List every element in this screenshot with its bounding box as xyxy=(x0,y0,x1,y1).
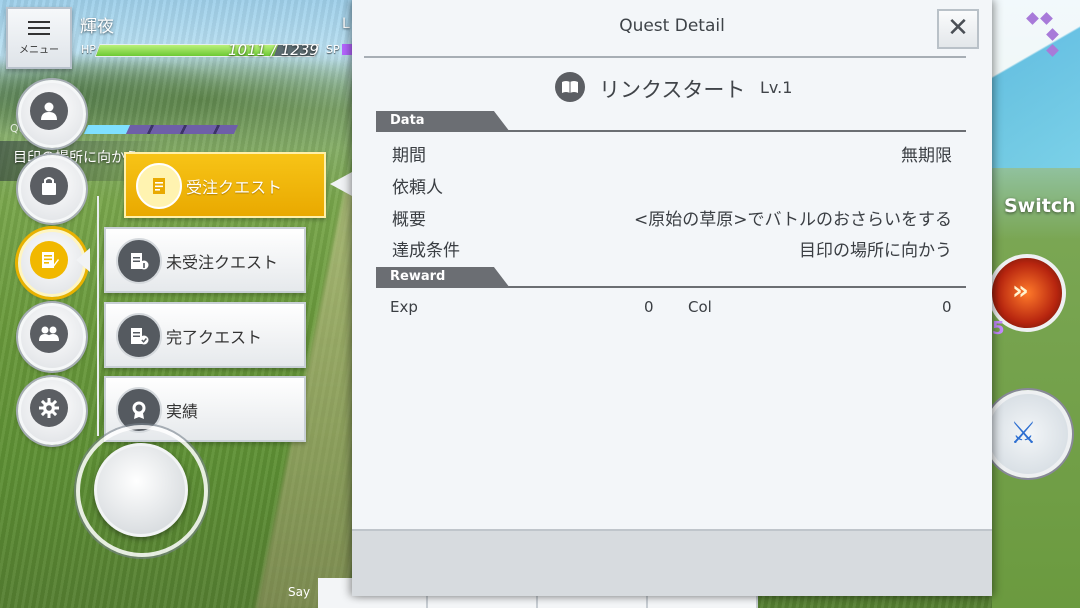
skill-counter: 5 xyxy=(992,318,1005,339)
chat-say-label: Say xyxy=(288,585,311,599)
party-icon xyxy=(30,315,68,353)
title-divider xyxy=(364,56,966,58)
close-button[interactable]: ✕ xyxy=(937,9,979,49)
col-label: Col xyxy=(688,298,712,316)
row-label-condition: 達成条件 xyxy=(392,241,460,261)
virtual-joystick-knob[interactable] xyxy=(94,443,188,537)
accepted-quests-item[interactable]: 受注クエスト xyxy=(124,152,326,218)
data-section-label: Data xyxy=(390,113,425,128)
col-value: 0 xyxy=(942,298,952,316)
data-section-tab: Data xyxy=(376,111,510,132)
settings-button[interactable] xyxy=(18,377,86,445)
achievements-label: 実績 xyxy=(166,402,199,421)
submenu-connector-line xyxy=(97,196,99,436)
active-pointer-arrow xyxy=(76,248,90,272)
sword-icon: ⚔ xyxy=(1010,416,1037,451)
sp-bar xyxy=(342,44,352,55)
dialog-title: Quest Detail xyxy=(619,16,725,36)
quest-level: Lv.1 xyxy=(760,78,793,97)
submenu-pointer-arrow xyxy=(330,172,352,196)
hamburger-icon xyxy=(28,21,50,35)
hp-value: 1011 / 1239 xyxy=(228,41,319,59)
reward-section-tab: Reward xyxy=(376,267,510,288)
book-icon xyxy=(555,72,585,102)
quest-name: リンクスタート xyxy=(599,78,746,102)
reward-section-rule xyxy=(376,286,966,288)
completed-quests-item[interactable]: 完了クエスト xyxy=(104,302,306,368)
row-label-client: 依頼人 xyxy=(392,178,443,198)
row-value-condition: 目印の場所に向かう xyxy=(799,241,952,261)
unaccepted-quests-item[interactable]: 未受注クエスト xyxy=(104,227,306,293)
hp-label: HP xyxy=(81,43,96,56)
level-indicator: L xyxy=(342,16,350,32)
close-icon: ✕ xyxy=(947,13,969,43)
accepted-quests-label: 受注クエスト xyxy=(186,178,283,197)
double-chevron-icon: » xyxy=(1012,276,1029,306)
menu-button[interactable]: メニュー xyxy=(6,7,72,69)
quest-detail-dialog: Quest Detail ✕ リンクスタート Lv.1 Data 期間 無期限 … xyxy=(352,0,992,596)
document-icon xyxy=(136,163,182,209)
menu-label: メニュー xyxy=(19,45,59,56)
party-button[interactable] xyxy=(18,303,86,371)
document-info-icon xyxy=(116,238,162,284)
minimap[interactable] xyxy=(992,0,1080,168)
quest-icon xyxy=(30,241,68,279)
unaccepted-quests-label: 未受注クエスト xyxy=(166,253,279,272)
player-name: 輝夜 xyxy=(80,17,114,37)
inventory-button[interactable] xyxy=(18,155,86,223)
document-check-icon xyxy=(116,313,162,359)
dialog-footer xyxy=(352,529,992,596)
reward-section-label: Reward xyxy=(390,269,446,284)
exp-label: Exp xyxy=(390,298,418,316)
person-icon xyxy=(30,92,68,130)
row-value-summary: <原始の草原>でバトルのおさらいをする xyxy=(634,210,952,230)
quest-progress-strip xyxy=(83,125,239,134)
completed-quests-label: 完了クエスト xyxy=(166,328,263,347)
gear-icon xyxy=(30,389,68,427)
exp-value: 0 xyxy=(644,298,654,316)
data-section-rule xyxy=(376,130,966,132)
row-label-summary: 概要 xyxy=(392,210,426,230)
row-value-period: 無期限 xyxy=(901,146,952,166)
attack-button[interactable]: ⚔ xyxy=(984,390,1072,478)
sp-label: SP xyxy=(326,43,340,56)
row-label-period: 期間 xyxy=(392,146,426,166)
bag-icon xyxy=(30,167,68,205)
switch-button[interactable]: Switch xyxy=(1004,195,1076,217)
character-button[interactable] xyxy=(18,80,86,148)
